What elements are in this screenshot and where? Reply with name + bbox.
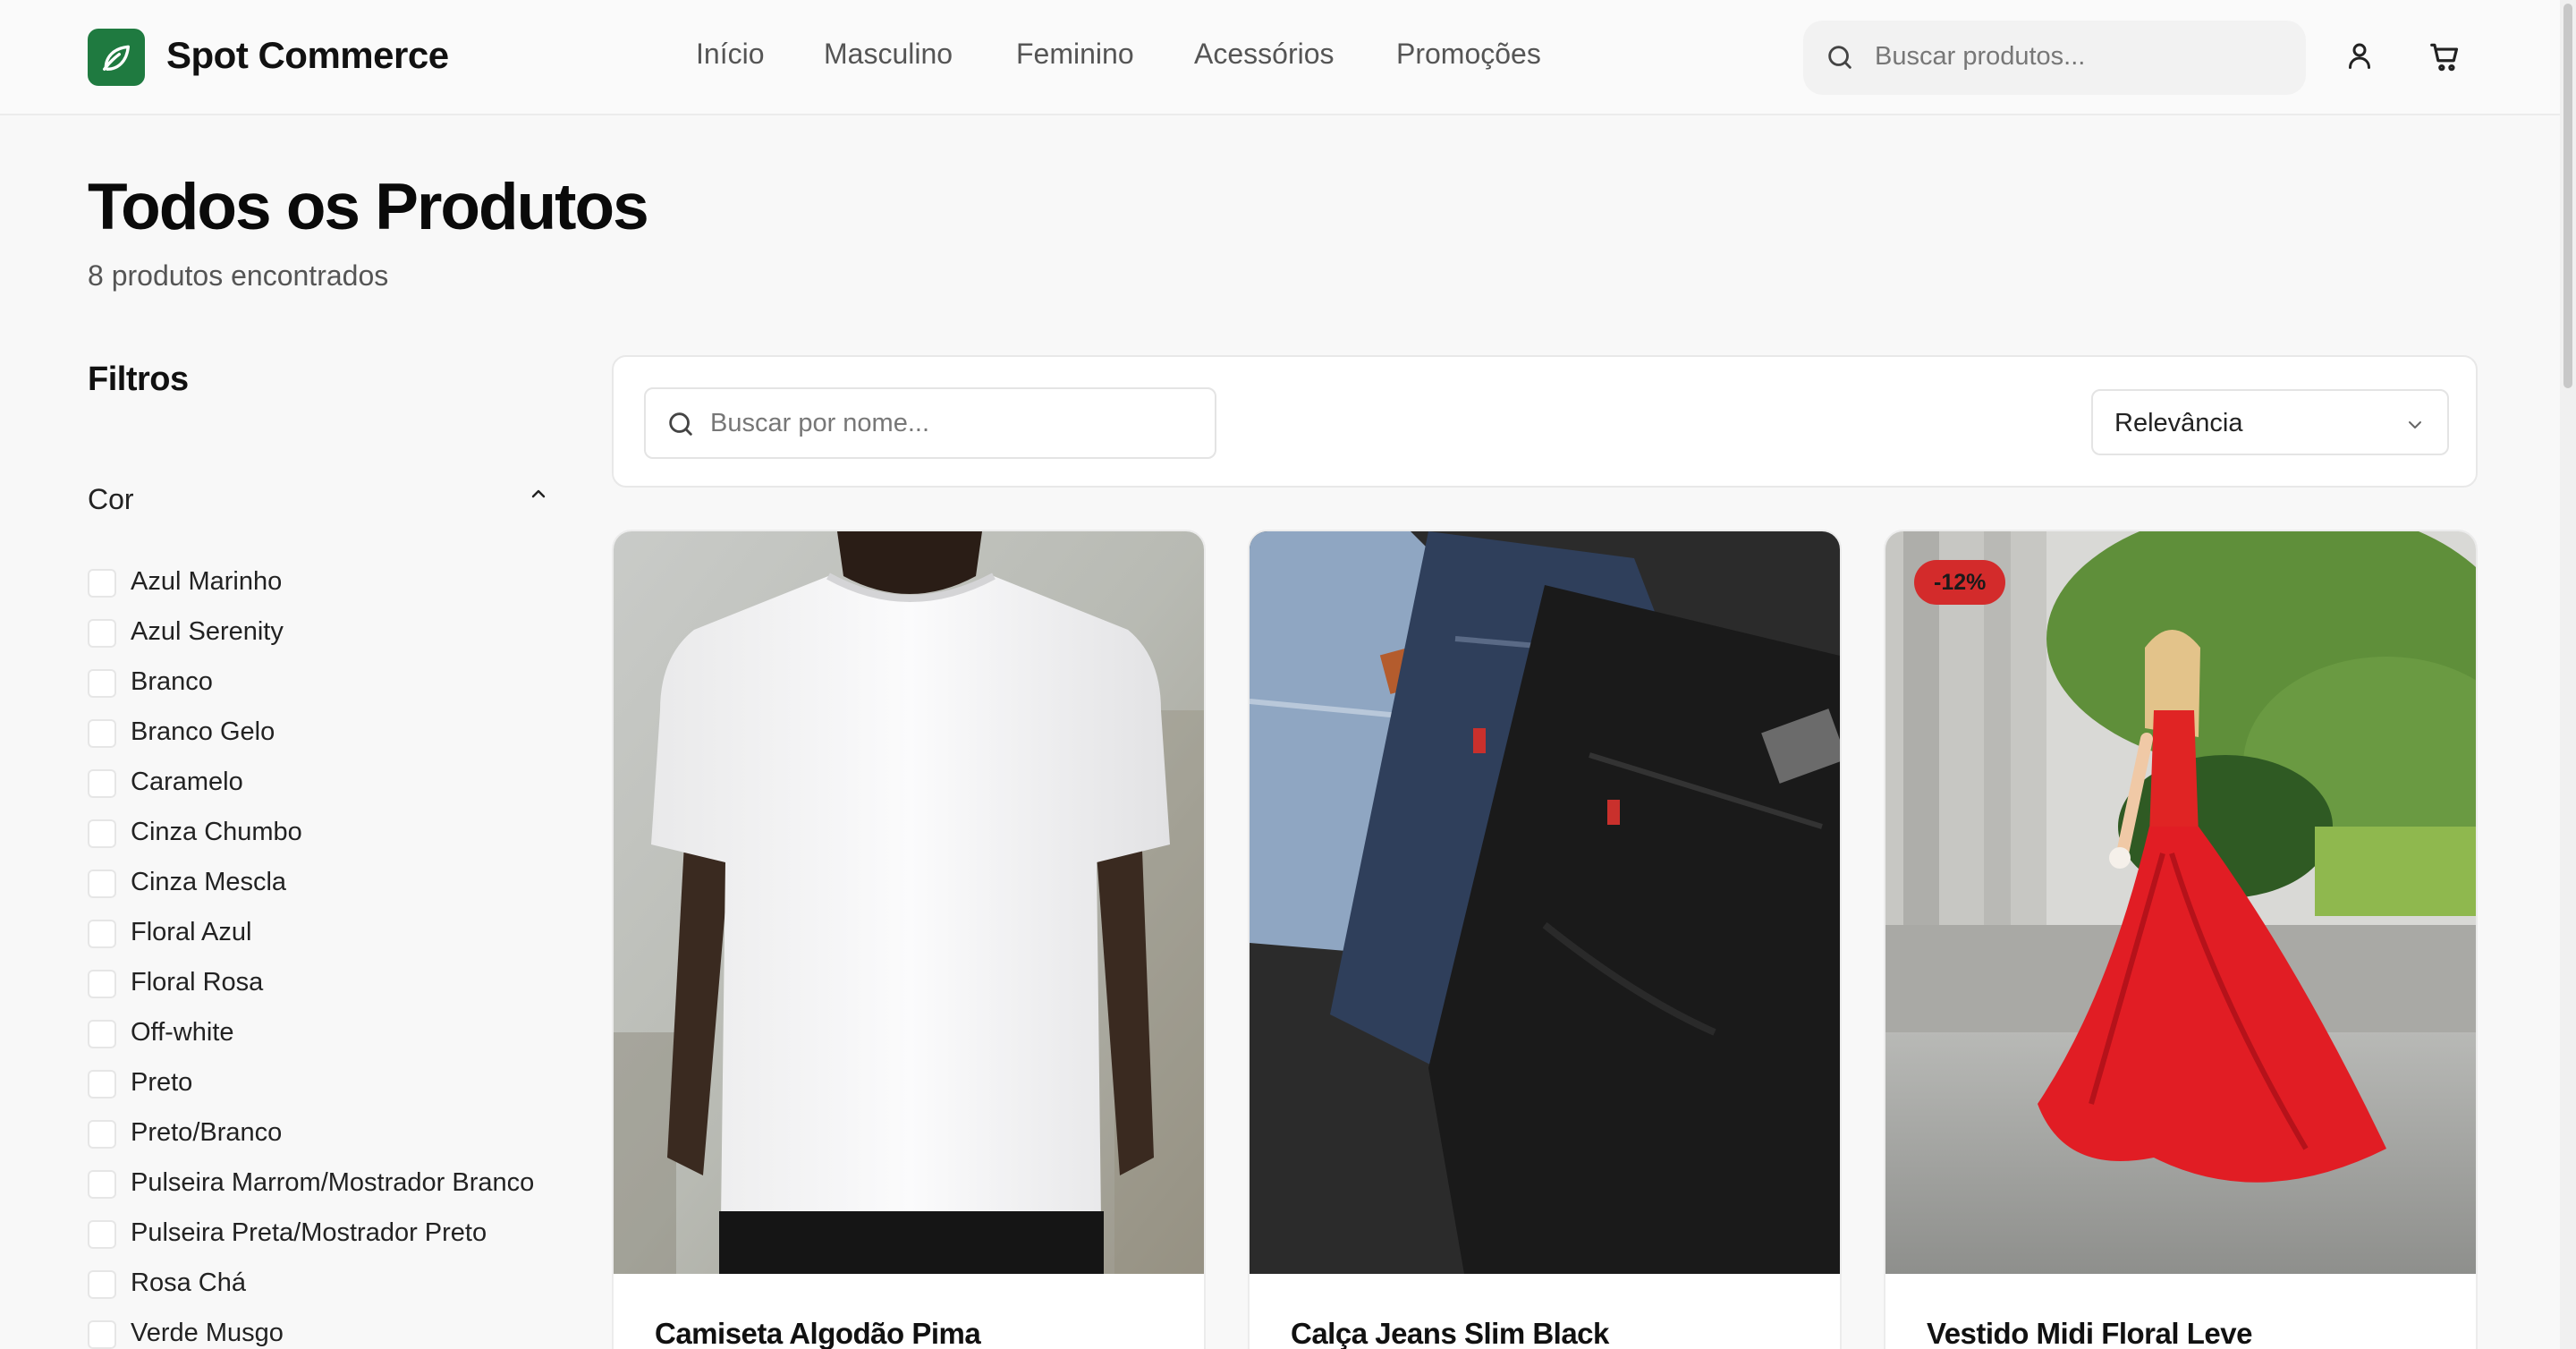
filter-option-label: Pulseira Marrom/Mostrador Branco	[131, 1168, 535, 1197]
sort-select-value: Relevância	[2114, 409, 2243, 437]
checkbox[interactable]	[88, 970, 116, 998]
checkbox[interactable]	[88, 769, 116, 798]
filter-option-label: Cinza Chumbo	[131, 818, 302, 846]
leaf-icon[interactable]	[88, 29, 145, 86]
brand-name[interactable]: Spot Commerce	[166, 34, 449, 77]
name-search-input[interactable]: Buscar por nome...	[644, 387, 1216, 459]
nav-item-feminino[interactable]: Feminino	[1016, 38, 1134, 71]
product-image[interactable]	[1885, 531, 2476, 1274]
sort-select[interactable]: Relevância	[2091, 389, 2449, 455]
filter-option[interactable]: Azul Marinho	[88, 565, 553, 601]
checkbox[interactable]	[88, 1270, 116, 1299]
checkbox[interactable]	[88, 1020, 116, 1048]
checkbox[interactable]	[88, 1120, 116, 1149]
product-card[interactable]: Calça Jeans Slim Black	[1248, 530, 1842, 1349]
filter-option[interactable]: Branco Gelo	[88, 716, 553, 751]
search-icon	[665, 409, 696, 444]
filter-option-label: Azul Marinho	[131, 567, 283, 596]
filter-option[interactable]: Caramelo	[88, 766, 553, 802]
checkbox[interactable]	[88, 619, 116, 648]
checkbox[interactable]	[88, 1320, 116, 1349]
checkbox[interactable]	[88, 870, 116, 898]
filter-option[interactable]: Pulseira Marrom/Mostrador Branco	[88, 1167, 553, 1202]
header-search-placeholder: Buscar produtos...	[1875, 42, 2086, 71]
filter-option-label: Branco Gelo	[131, 717, 275, 746]
checkbox[interactable]	[88, 569, 116, 598]
checkbox[interactable]	[88, 669, 116, 698]
filter-option-label: Floral Rosa	[131, 968, 264, 997]
checkbox[interactable]	[88, 719, 116, 748]
filter-option[interactable]: Cinza Chumbo	[88, 816, 553, 852]
filter-option-label: Pulseira Preta/Mostrador Preto	[131, 1218, 487, 1247]
nav-item-acessorios[interactable]: Acessórios	[1194, 38, 1335, 71]
product-name[interactable]: Calça Jeans Slim Black	[1291, 1317, 1609, 1349]
product-name[interactable]: Vestido Midi Floral Leve	[1927, 1317, 2252, 1349]
cart-icon[interactable]	[2428, 39, 2462, 78]
filter-option[interactable]: Rosa Chá	[88, 1267, 553, 1302]
product-card[interactable]: -12% Vestido Midi Floral Leve	[1884, 530, 2478, 1349]
filter-option[interactable]: Off-white	[88, 1016, 553, 1052]
product-name[interactable]: Camiseta Algodão Pima	[655, 1317, 981, 1349]
nav-item-promocoes[interactable]: Promoções	[1396, 38, 1541, 71]
filter-option[interactable]: Azul Serenity	[88, 615, 553, 651]
filter-option-label: Off-white	[131, 1018, 234, 1047]
checkbox[interactable]	[88, 1220, 116, 1249]
filter-option-label: Rosa Chá	[131, 1268, 246, 1297]
filter-option[interactable]: Branco	[88, 666, 553, 701]
filter-option[interactable]: Preto/Branco	[88, 1116, 553, 1152]
filter-option[interactable]: Cinza Mescla	[88, 866, 553, 902]
filter-option-label: Preto/Branco	[131, 1118, 283, 1147]
filter-option-label: Floral Azul	[131, 918, 252, 946]
checkbox[interactable]	[88, 1070, 116, 1099]
filter-option-label: Caramelo	[131, 768, 243, 796]
filters-title: Filtros	[88, 361, 189, 398]
page-title: Todos os Produtos	[88, 171, 649, 243]
filter-option-label: Branco	[131, 667, 213, 696]
product-card[interactable]: Camiseta Algodão Pima	[612, 530, 1206, 1349]
checkbox[interactable]	[88, 920, 116, 948]
filter-option-label: Cinza Mescla	[131, 868, 287, 896]
filter-option[interactable]: Floral Rosa	[88, 966, 553, 1002]
filter-option[interactable]: Floral Azul	[88, 916, 553, 952]
scrollbar-thumb[interactable]	[2563, 4, 2572, 388]
filter-option-label: Verde Musgo	[131, 1319, 284, 1347]
chevron-down-icon	[2404, 414, 2426, 440]
filter-option[interactable]: Preto	[88, 1066, 553, 1102]
user-icon[interactable]	[2343, 39, 2376, 76]
checkbox[interactable]	[88, 819, 116, 848]
name-search-placeholder: Buscar por nome...	[710, 409, 929, 437]
filter-option-label: Preto	[131, 1068, 193, 1097]
product-toolbar: Buscar por nome... Relevância	[612, 355, 2478, 488]
filter-option-label: Azul Serenity	[131, 617, 284, 646]
nav-item-masculino[interactable]: Masculino	[824, 38, 953, 71]
color-filter-header[interactable]: Cor	[88, 483, 134, 516]
filter-option[interactable]: Pulseira Preta/Mostrador Preto	[88, 1217, 553, 1252]
filter-option[interactable]: Verde Musgo	[88, 1317, 553, 1349]
site-header: Spot Commerce Início Masculino Feminino …	[0, 0, 2576, 115]
checkbox[interactable]	[88, 1170, 116, 1199]
nav-item-inicio[interactable]: Início	[696, 38, 764, 71]
search-icon	[1825, 42, 1855, 77]
results-count: 8 produtos encontrados	[88, 259, 389, 292]
product-image[interactable]	[1250, 531, 1840, 1274]
chevron-up-icon[interactable]	[528, 483, 549, 509]
header-search-input[interactable]: Buscar produtos...	[1803, 21, 2306, 95]
discount-badge: -12%	[1914, 560, 2006, 605]
product-image[interactable]	[614, 531, 1204, 1274]
